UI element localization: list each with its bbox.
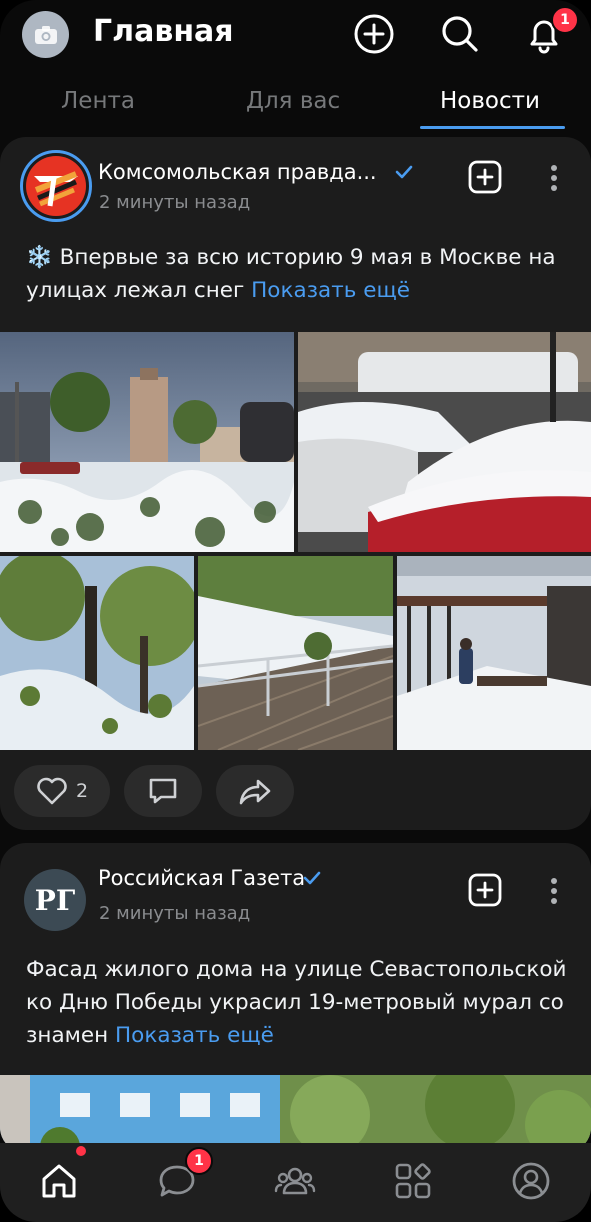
plus-circle-icon — [354, 14, 394, 54]
post-text: ❄️ Впервые за всю историю 9 мая в Москве… — [26, 241, 571, 307]
nav-friends[interactable] — [273, 1159, 317, 1203]
heart-icon — [37, 777, 67, 805]
show-more-link[interactable]: Показать ещё — [251, 278, 410, 303]
bottom-nav: 1 — [0, 1143, 591, 1222]
comment-icon — [149, 778, 177, 804]
notification-badge: 1 — [551, 6, 579, 34]
tab-for-you[interactable]: Для вас — [246, 88, 340, 114]
subscribe-button[interactable] — [468, 160, 502, 194]
like-button[interactable]: 2 — [14, 765, 110, 817]
page-title: Главная — [93, 14, 234, 49]
photo-platform-snow[interactable] — [397, 556, 591, 750]
nav-home[interactable] — [37, 1159, 81, 1203]
photo-forest-snow[interactable] — [0, 556, 194, 750]
more-options-button[interactable] — [542, 161, 566, 195]
comment-button[interactable] — [124, 765, 202, 817]
messages-badge: 1 — [185, 1147, 213, 1175]
active-tab-indicator — [420, 126, 565, 129]
search-icon — [442, 16, 478, 52]
home-icon — [42, 1164, 76, 1198]
post-time: 2 минуты назад — [99, 192, 251, 213]
source-logo[interactable]: РГ — [24, 869, 86, 931]
tab-news[interactable]: Новости — [440, 88, 540, 114]
share-button[interactable] — [216, 765, 294, 817]
post-card: Комсомольская правда... 2 минуты назад ❄… — [0, 137, 591, 830]
profile-avatar[interactable] — [22, 11, 69, 58]
source-name[interactable]: Комсомольская правда... — [98, 160, 377, 184]
app-screen: Главная 1 Лента Для вас Новости Комсомол… — [0, 0, 591, 1222]
share-icon — [239, 779, 271, 805]
show-more-link[interactable]: Показать ещё — [115, 1023, 274, 1048]
search-button[interactable] — [438, 12, 482, 56]
top-bar: Главная 1 — [0, 0, 591, 70]
kp-logo-icon — [26, 156, 86, 216]
services-grid-icon — [395, 1163, 431, 1199]
post-text: Фасад жилого дома на улице Севастопольск… — [26, 953, 571, 1052]
more-options-button[interactable] — [542, 874, 566, 908]
feed-tabs: Лента Для вас Новости — [0, 78, 591, 134]
home-indicator-dot — [76, 1146, 86, 1156]
camera-icon — [34, 25, 57, 44]
profile-icon — [512, 1162, 550, 1200]
nav-profile[interactable] — [509, 1159, 553, 1203]
post-time: 2 минуты назад — [99, 903, 251, 924]
verified-icon — [303, 871, 321, 885]
friends-icon — [274, 1167, 316, 1195]
photo-grid — [0, 332, 591, 752]
source-name[interactable]: Российская Газета — [98, 866, 305, 890]
tab-feed[interactable]: Лента — [61, 88, 135, 114]
photo-snowy-cars[interactable] — [298, 332, 591, 552]
rg-logo-text: РГ — [34, 883, 76, 917]
snowflake-emoji: ❄️ — [26, 245, 53, 270]
post-card: РГ Российская Газета 2 минуты назад Фаса… — [0, 843, 591, 1153]
photo-building-mural[interactable] — [0, 1075, 591, 1153]
like-count: 2 — [75, 780, 89, 802]
photo-park-snow[interactable] — [0, 332, 294, 552]
post-body: Фасад жилого дома на улице Севастопольск… — [26, 957, 567, 1048]
photo-stairs-snow[interactable] — [198, 556, 393, 750]
source-logo[interactable] — [20, 150, 92, 222]
add-post-button[interactable] — [352, 12, 396, 56]
verified-icon — [395, 165, 413, 179]
nav-services[interactable] — [391, 1159, 435, 1203]
subscribe-button[interactable] — [468, 873, 502, 907]
